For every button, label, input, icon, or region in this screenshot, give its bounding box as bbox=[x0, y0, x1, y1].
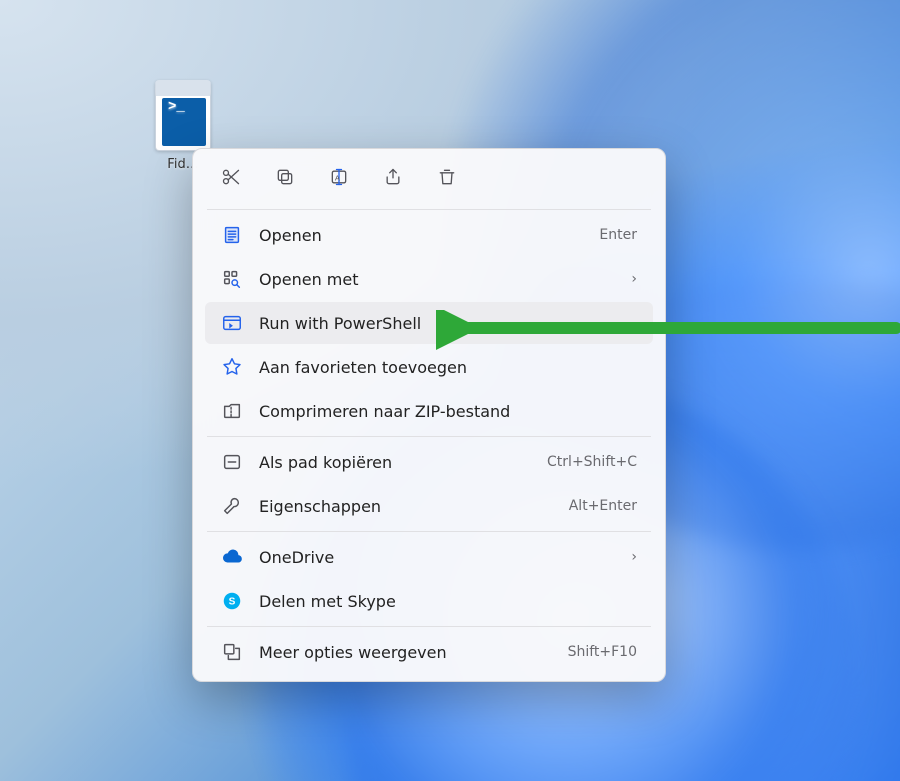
rename-button[interactable]: A bbox=[325, 163, 353, 191]
menu-item-shortcut: Alt+Enter bbox=[569, 498, 637, 514]
menu-item-open[interactable]: Openen Enter bbox=[205, 214, 653, 256]
chevron-right-icon: › bbox=[631, 549, 637, 565]
trash-icon bbox=[437, 167, 457, 187]
svg-text:S: S bbox=[229, 597, 236, 608]
menu-item-label: OneDrive bbox=[259, 548, 615, 567]
menu-item-shortcut: Enter bbox=[599, 227, 637, 243]
open-icon bbox=[221, 224, 243, 246]
menu-item-label: Eigenschappen bbox=[259, 497, 553, 516]
divider bbox=[207, 626, 651, 627]
context-menu: A Openen Enter bbox=[192, 148, 666, 682]
copy-icon bbox=[275, 167, 295, 187]
context-menu-toolbar: A bbox=[199, 157, 659, 205]
delete-button[interactable] bbox=[433, 163, 461, 191]
menu-item-shortcut: Ctrl+Shift+C bbox=[547, 454, 637, 470]
open-with-icon bbox=[221, 268, 243, 290]
powershell-script-icon bbox=[155, 80, 211, 151]
share-button[interactable] bbox=[379, 163, 407, 191]
menu-item-label: Als pad kopiëren bbox=[259, 453, 531, 472]
menu-item-label: Aan favorieten toevoegen bbox=[259, 358, 637, 377]
onedrive-icon bbox=[221, 546, 243, 568]
menu-item-copy-path[interactable]: Als pad kopiëren Ctrl+Shift+C bbox=[205, 441, 653, 483]
scissors-icon bbox=[221, 167, 241, 187]
menu-item-open-with[interactable]: Openen met › bbox=[205, 258, 653, 300]
menu-item-label: Delen met Skype bbox=[259, 592, 637, 611]
menu-item-label: Openen bbox=[259, 226, 583, 245]
svg-text:A: A bbox=[335, 173, 340, 182]
menu-item-shortcut: Shift+F10 bbox=[568, 644, 637, 660]
menu-item-onedrive[interactable]: OneDrive › bbox=[205, 536, 653, 578]
menu-item-label: Openen met bbox=[259, 270, 615, 289]
menu-item-label: Meer opties weergeven bbox=[259, 643, 552, 662]
menu-item-compress-zip[interactable]: Comprimeren naar ZIP-bestand bbox=[205, 390, 653, 432]
zip-icon bbox=[221, 400, 243, 422]
copy-path-icon bbox=[221, 451, 243, 473]
cut-button[interactable] bbox=[217, 163, 245, 191]
menu-item-label: Run with PowerShell bbox=[259, 314, 637, 333]
menu-item-share-skype[interactable]: S Delen met Skype bbox=[205, 580, 653, 622]
star-icon bbox=[221, 356, 243, 378]
menu-item-add-favorites[interactable]: Aan favorieten toevoegen bbox=[205, 346, 653, 388]
menu-item-run-powershell[interactable]: Run with PowerShell bbox=[205, 302, 653, 344]
powershell-icon bbox=[221, 312, 243, 334]
menu-item-label: Comprimeren naar ZIP-bestand bbox=[259, 402, 637, 421]
wrench-icon bbox=[221, 495, 243, 517]
divider bbox=[207, 209, 651, 210]
copy-button[interactable] bbox=[271, 163, 299, 191]
chevron-right-icon: › bbox=[631, 271, 637, 287]
skype-icon: S bbox=[221, 590, 243, 612]
rename-icon: A bbox=[329, 167, 349, 187]
menu-item-properties[interactable]: Eigenschappen Alt+Enter bbox=[205, 485, 653, 527]
share-icon bbox=[383, 167, 403, 187]
divider bbox=[207, 531, 651, 532]
divider bbox=[207, 436, 651, 437]
menu-item-more-options[interactable]: Meer opties weergeven Shift+F10 bbox=[205, 631, 653, 673]
more-options-icon bbox=[221, 641, 243, 663]
